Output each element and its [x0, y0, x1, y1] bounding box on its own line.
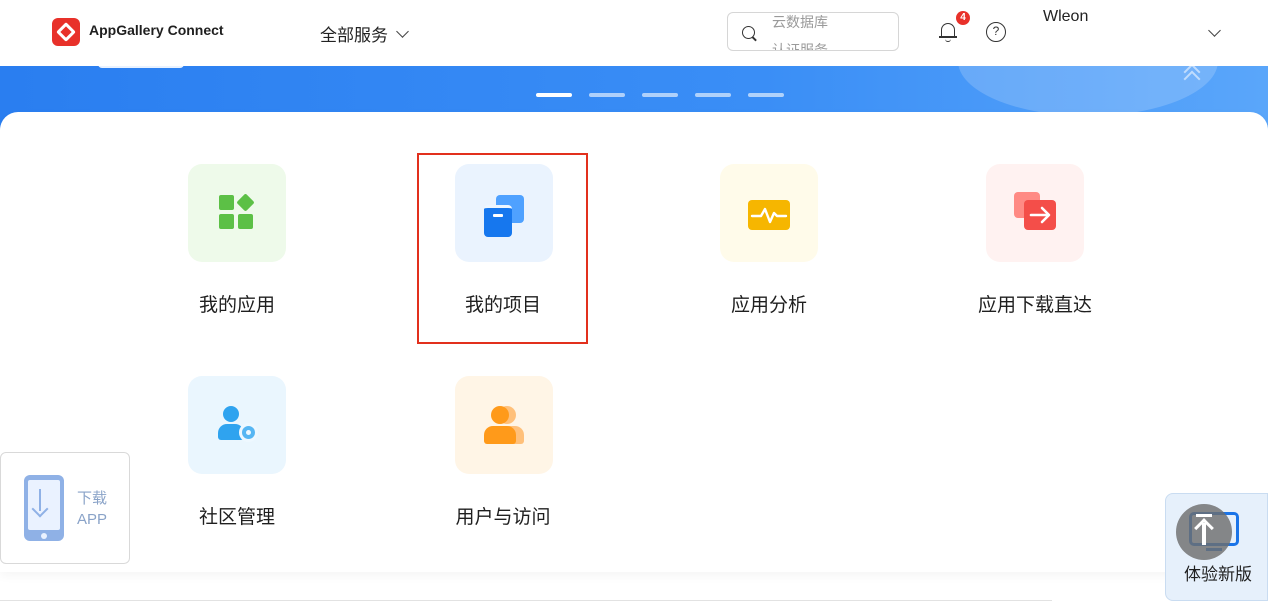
user-access-icon	[482, 405, 528, 447]
user-name[interactable]: Wleon	[1043, 8, 1088, 26]
phone-download-icon	[24, 475, 64, 541]
carousel-dot-1[interactable]	[536, 93, 572, 97]
chevron-down-icon	[396, 24, 409, 38]
all-services-label: 全部服务	[320, 26, 388, 46]
notification-count-badge: 4	[956, 11, 970, 25]
divider	[0, 600, 1052, 601]
all-services-menu[interactable]: 全部服务	[320, 21, 409, 46]
tile-app-analytics[interactable]	[720, 164, 818, 262]
notification-bell-icon[interactable]	[939, 22, 957, 42]
tile-my-apps[interactable]	[188, 164, 286, 262]
carousel-dot-2[interactable]	[589, 93, 625, 97]
top-header: AppGallery Connect 全部服务 云数据库 认证服务 4 ? Wl…	[0, 0, 1268, 66]
banner-tab-indicator	[98, 66, 184, 68]
brand-name[interactable]: AppGallery Connect	[89, 22, 224, 38]
carousel-dot-4[interactable]	[695, 93, 731, 97]
tile-community-management-label[interactable]: 社区管理	[199, 502, 275, 529]
tile-download-direct[interactable]	[986, 164, 1084, 262]
collapse-up-icon[interactable]	[1183, 66, 1201, 88]
tile-my-apps-label[interactable]: 我的应用	[199, 290, 275, 317]
apps-icon	[219, 193, 255, 231]
tile-user-access[interactable]	[455, 376, 553, 474]
tile-app-analytics-label[interactable]: 应用分析	[731, 290, 807, 317]
community-icon	[216, 404, 262, 448]
appgallery-logo-icon[interactable]	[52, 18, 80, 46]
analytics-icon	[748, 200, 790, 230]
tile-user-access-label[interactable]: 用户与访问	[455, 502, 550, 529]
search-suggestion-2: 认证服务	[772, 43, 828, 51]
help-icon[interactable]: ?	[986, 22, 1006, 42]
try-new-version-widget[interactable]: 体验新版	[1165, 493, 1268, 601]
download-app-line1: 下载	[77, 490, 108, 507]
carousel-dot-3[interactable]	[642, 93, 678, 97]
search-suggestion-1: 云数据库	[772, 15, 828, 31]
selection-highlight-box	[417, 153, 588, 344]
carousel-indicators	[536, 93, 784, 97]
download-app-text: 下载 APP	[77, 488, 107, 530]
download-app-line2: APP	[77, 511, 108, 528]
search-icon	[742, 26, 755, 39]
user-menu-chevron-icon[interactable]	[1208, 24, 1221, 37]
tile-community-management[interactable]	[188, 376, 286, 474]
search-box[interactable]: 云数据库 认证服务	[727, 12, 899, 51]
download-direct-icon	[1014, 192, 1058, 236]
tile-download-direct-label[interactable]: 应用下载直达	[978, 290, 1092, 317]
banner-decoration	[958, 66, 1218, 116]
try-new-version-label: 体验新版	[1184, 565, 1252, 585]
download-app-widget[interactable]: 下载 APP	[0, 452, 130, 564]
carousel-dot-5[interactable]	[748, 93, 784, 97]
